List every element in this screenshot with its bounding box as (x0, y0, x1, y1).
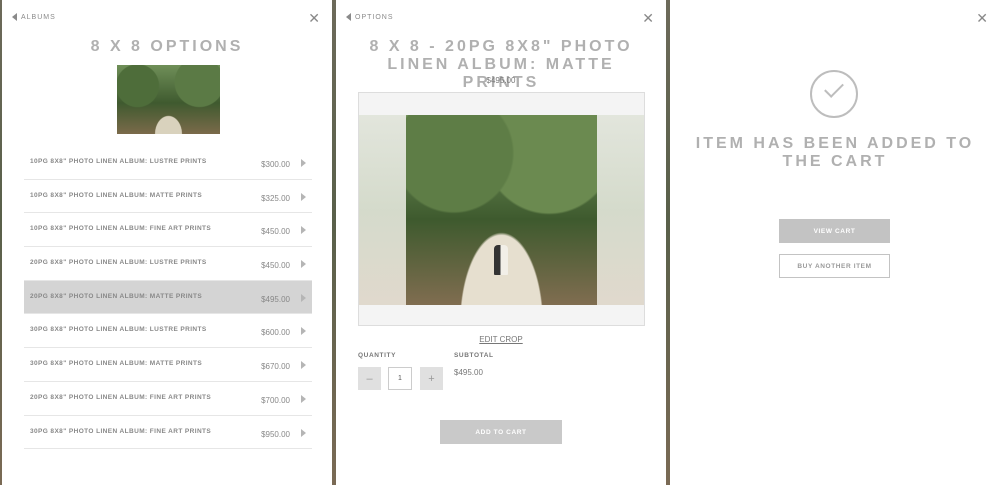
option-row[interactable]: 10PG 8X8" PHOTO LINEN ALBUM: FINE ART PR… (24, 213, 312, 248)
subtotal-label: SUBTOTAL (454, 352, 494, 359)
add-to-cart-button[interactable]: ADD TO CART (440, 420, 562, 444)
option-row[interactable]: 20PG 8X8" PHOTO LINEN ALBUM: FINE ART PR… (24, 382, 312, 416)
chevron-right-icon (301, 260, 306, 269)
option-name: 30PG 8X8" PHOTO LINEN ALBUM: MATTE PRINT… (30, 360, 203, 368)
option-price: $300.00 (261, 160, 290, 169)
cart-confirmation-panel: ✕ ITEM HAS BEEN ADDED TO THE CART VIEW C… (670, 0, 1000, 485)
back-label: ALBUMS (21, 13, 56, 21)
close-icon[interactable]: ✕ (308, 11, 320, 25)
subtotal-value: $495.00 (454, 368, 483, 377)
product-price: $495.00 (486, 76, 516, 85)
options-panel: ALBUMS ✕ 8 X 8 OPTIONS 10PG 8X8" PHOTO L… (2, 0, 332, 485)
option-price: $450.00 (261, 261, 290, 271)
option-price: $950.00 (261, 429, 290, 439)
check-circle-icon (810, 70, 858, 118)
checkmark-icon (824, 78, 844, 98)
chevron-right-icon (301, 361, 306, 370)
back-arrow-icon (12, 13, 17, 21)
option-name: 20PG 8X8" PHOTO LINEN ALBUM: FINE ART PR… (30, 393, 212, 401)
option-name: 30PG 8X8" PHOTO LINEN ALBUM: LUSTRE PRIN… (30, 326, 207, 334)
option-price: $700.00 (261, 395, 290, 405)
option-row[interactable]: 30PG 8X8" PHOTO LINEN ALBUM: MATTE PRINT… (24, 348, 312, 382)
product-detail-panel: OPTIONS ✕ 8 X 8 - 20PG 8X8" PHOTO LINEN … (336, 0, 666, 485)
option-name: 10PG 8X8" PHOTO LINEN ALBUM: LUSTRE PRIN… (30, 158, 207, 165)
couple-figure (494, 245, 508, 275)
option-row[interactable]: 30PG 8X8" PHOTO LINEN ALBUM: FINE ART PR… (24, 416, 312, 450)
chevron-right-icon (301, 394, 306, 403)
cropped-photo (406, 115, 597, 305)
option-price: $670.00 (261, 362, 290, 372)
option-name: 30PG 8X8" PHOTO LINEN ALBUM: FINE ART PR… (30, 427, 212, 435)
close-icon[interactable]: ✕ (976, 11, 988, 25)
option-price: $495.00 (261, 294, 290, 304)
edit-crop-link[interactable]: EDIT CROP (336, 335, 666, 344)
album-thumbnail (117, 65, 220, 134)
view-cart-button[interactable]: VIEW CART (779, 219, 890, 243)
confirmation-message: ITEM HAS BEEN ADDED TO THE CART (695, 135, 975, 170)
chevron-right-icon (301, 192, 306, 201)
option-name: 20PG 8X8" PHOTO LINEN ALBUM: MATTE PRINT… (30, 292, 203, 300)
option-row[interactable]: 10PG 8X8" PHOTO LINEN ALBUM: MATTE PRINT… (24, 180, 312, 214)
option-price: $450.00 (261, 227, 290, 237)
option-name: 10PG 8X8" PHOTO LINEN ALBUM: FINE ART PR… (30, 225, 212, 233)
back-to-albums-link[interactable]: ALBUMS (12, 13, 56, 21)
quantity-input[interactable] (388, 367, 412, 390)
back-to-options-link[interactable]: OPTIONS (346, 13, 394, 21)
chevron-right-icon (301, 428, 306, 437)
chevron-right-icon (301, 159, 306, 167)
option-price: $600.00 (261, 328, 290, 338)
quantity-decrease-button[interactable]: – (358, 367, 381, 390)
option-row[interactable]: 10PG 8X8" PHOTO LINEN ALBUM: LUSTRE PRIN… (24, 146, 312, 180)
close-icon[interactable]: ✕ (642, 11, 654, 25)
chevron-right-icon (301, 226, 306, 235)
options-list: 10PG 8X8" PHOTO LINEN ALBUM: LUSTRE PRIN… (24, 146, 312, 450)
option-price: $325.00 (261, 193, 290, 203)
option-name: 20PG 8X8" PHOTO LINEN ALBUM: LUSTRE PRIN… (30, 259, 207, 267)
crop-overflow-right (597, 115, 644, 305)
quantity-increase-button[interactable]: + (420, 367, 443, 390)
chevron-right-icon (301, 293, 306, 302)
option-row[interactable]: 30PG 8X8" PHOTO LINEN ALBUM: LUSTRE PRIN… (24, 314, 312, 349)
crop-preview (358, 92, 645, 326)
quantity-label: QUANTITY (358, 352, 397, 359)
option-name: 10PG 8X8" PHOTO LINEN ALBUM: MATTE PRINT… (30, 191, 203, 199)
page-title: 8 X 8 OPTIONS (90, 38, 244, 55)
buy-another-item-button[interactable]: BUY ANOTHER ITEM (779, 254, 890, 278)
chevron-right-icon (301, 327, 306, 336)
back-label: OPTIONS (355, 13, 394, 21)
option-row[interactable]: 20PG 8X8" PHOTO LINEN ALBUM: LUSTRE PRIN… (24, 247, 312, 281)
back-arrow-icon (346, 13, 351, 21)
option-row[interactable]: 20PG 8X8" PHOTO LINEN ALBUM: MATTE PRINT… (24, 280, 312, 315)
crop-overflow-left (359, 115, 406, 305)
